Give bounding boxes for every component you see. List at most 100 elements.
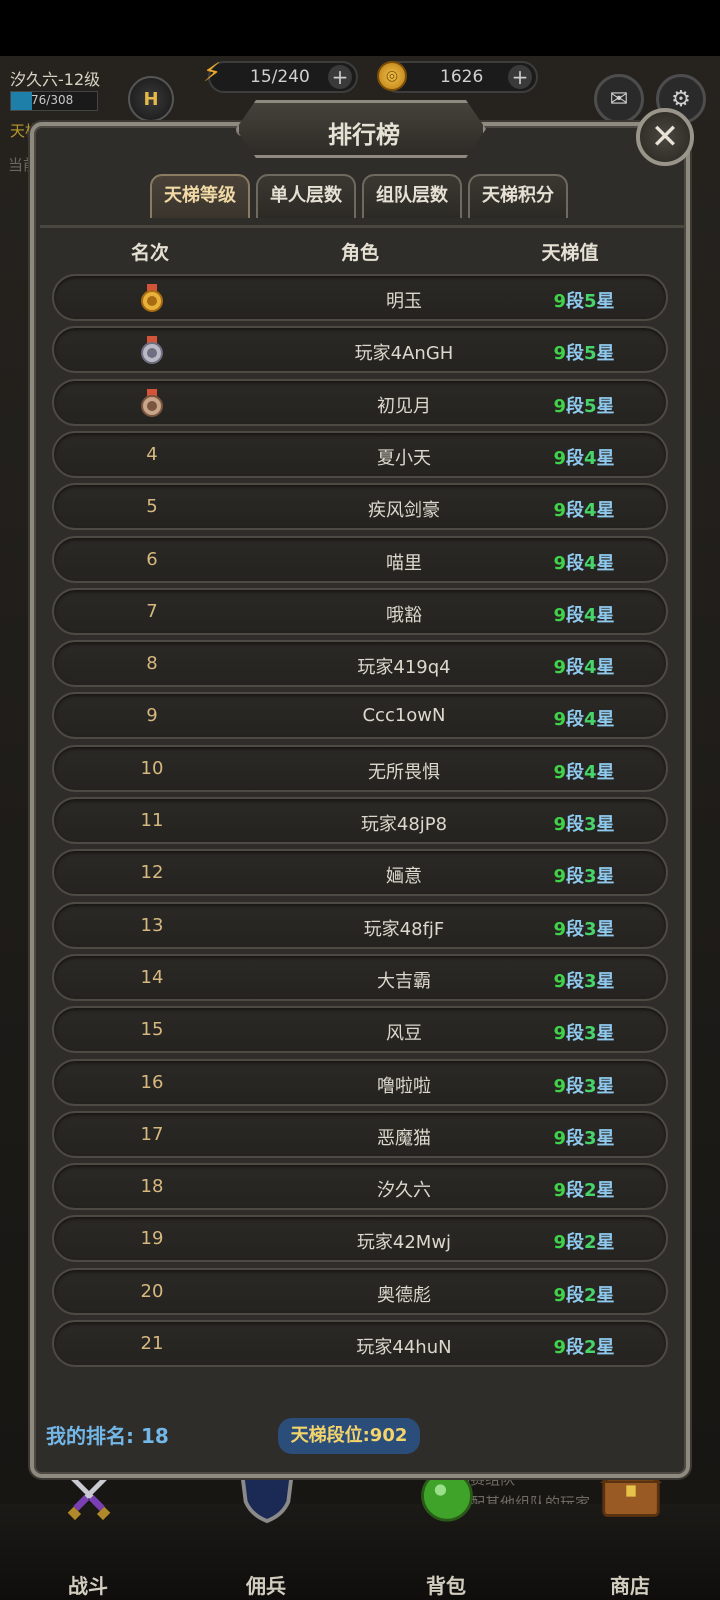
table-row[interactable]: 13 玩家48fjF 9段3星	[52, 901, 668, 949]
stamina-add-button[interactable]: +	[328, 65, 352, 89]
score-star-unit: 星	[596, 1127, 615, 1149]
ladder-position-badge: 天梯段位:902	[278, 1418, 420, 1454]
row-ladder-score: 9段3星	[484, 1019, 668, 1045]
table-row[interactable]: 16 噜啦啦 9段3星	[52, 1058, 668, 1106]
score-star-number: 4	[584, 604, 597, 626]
score-star-unit: 星	[596, 1337, 615, 1358]
score-star-number: 4	[584, 761, 597, 783]
score-star-unit: 星	[596, 918, 615, 940]
title-plate: 排行榜	[236, 100, 486, 158]
score-dan-unit: 段	[566, 866, 584, 888]
column-header-role: 角色	[340, 242, 379, 264]
score-dan-unit: 段	[566, 343, 584, 365]
table-row[interactable]: 17 恶魔猫 9段3星	[52, 1110, 668, 1158]
score-star-number: 2	[584, 1337, 597, 1358]
leaderboard-list[interactable]: 明玉 9段5星 玩家4AnGH 9段5星 初见月 9段5星 4 夏小天 9段4星 5 疾风剑豪 9段4…	[52, 274, 668, 1402]
score-dan-number: 9	[553, 1127, 566, 1149]
table-row[interactable]: 19 玩家42Mwj 9段2星	[52, 1215, 668, 1263]
row-ladder-score: 9段5星	[484, 339, 668, 365]
stamina-value: 15/240	[250, 67, 310, 87]
score-dan-unit: 段	[566, 657, 584, 679]
table-row[interactable]: 9 Ccc1owN 9段4星	[52, 692, 668, 740]
score-dan-number: 9	[553, 761, 566, 783]
score-star-number: 5	[584, 291, 597, 312]
score-star-number: 2	[584, 1180, 597, 1202]
xp-fill	[11, 92, 33, 110]
row-ladder-score: 9段4星	[484, 496, 668, 522]
row-rank: 21	[140, 1333, 164, 1354]
table-row[interactable]: 5 疾风剑豪 9段4星	[52, 483, 668, 531]
player-name: 汐久六-12级	[10, 70, 101, 89]
status-bar	[0, 0, 720, 56]
score-star-unit: 星	[596, 1075, 615, 1097]
score-star-unit: 星	[596, 604, 615, 626]
score-dan-unit: 段	[566, 1180, 584, 1202]
table-row[interactable]: 4 夏小天 9段4星	[52, 430, 668, 478]
row-rank: 15	[140, 1019, 164, 1041]
table-row[interactable]: 15 风豆 9段3星	[52, 1006, 668, 1054]
nav-battle-label: 战斗	[68, 1574, 108, 1598]
score-dan-unit: 段	[566, 500, 584, 522]
score-dan-unit: 段	[566, 1023, 584, 1045]
row-ladder-score: 9段2星	[484, 1176, 668, 1202]
score-dan-unit: 段	[566, 918, 584, 940]
score-star-number: 5	[584, 395, 597, 417]
table-row[interactable]: 明玉 9段5星	[52, 274, 668, 321]
score-star-number: 3	[584, 1023, 597, 1045]
score-dan-number: 9	[553, 814, 566, 835]
column-header-rank: 名次	[130, 242, 169, 264]
table-row[interactable]: 18 汐久六 9段2星	[52, 1163, 668, 1211]
gold-add-button[interactable]: +	[508, 65, 532, 89]
score-dan-number: 9	[553, 1180, 566, 1202]
lightning-icon: ⚡	[203, 58, 222, 88]
table-row[interactable]: 初见月 9段5星	[52, 378, 668, 426]
score-dan-number: 9	[553, 1232, 566, 1254]
score-star-unit: 星	[596, 343, 615, 365]
table-row[interactable]: 6 喵里 9段4星	[52, 535, 668, 583]
score-star-unit: 星	[596, 814, 615, 835]
score-star-number: 3	[584, 1075, 597, 1097]
stamina-pill: 15/240 +	[208, 61, 358, 93]
score-dan-number: 9	[553, 1337, 566, 1358]
tabs-row: 天梯等级 单人层数 组队层数 天梯积分	[40, 172, 684, 228]
table-row[interactable]: 玩家4AnGH 9段5星	[52, 326, 668, 374]
row-ladder-score: 9段5星	[484, 392, 668, 418]
score-dan-number: 9	[553, 1023, 566, 1045]
score-star-number: 3	[584, 1127, 597, 1149]
table-row[interactable]: 11 玩家48jP8 9段3星	[52, 797, 668, 844]
table-row[interactable]: 20 奥德彪 9段2星	[52, 1267, 668, 1315]
score-dan-unit: 段	[566, 1284, 584, 1306]
row-ladder-score: 9段2星	[484, 1228, 668, 1254]
row-rank: 11	[140, 810, 164, 831]
mail-button[interactable]: ✉	[594, 74, 644, 124]
score-dan-unit: 段	[566, 395, 584, 417]
tab-solo-floors[interactable]: 单人层数	[256, 174, 356, 218]
score-star-number: 3	[584, 918, 597, 940]
xp-text: 76/308	[31, 93, 74, 107]
close-icon: ✕	[650, 117, 680, 157]
table-row[interactable]: 8 玩家419q4 9段4星	[52, 640, 668, 688]
rank-badge-icon[interactable]: H	[128, 76, 174, 122]
score-dan-number: 9	[553, 552, 566, 574]
row-ladder-score: 9段5星	[484, 287, 668, 313]
table-row[interactable]: 10 无所畏惧 9段4星	[52, 744, 668, 792]
row-ladder-score: 9段3星	[484, 862, 668, 888]
row-rank: 16	[140, 1071, 164, 1093]
table-row[interactable]: 14 大吉霸 9段3星	[52, 953, 668, 1001]
score-dan-number: 9	[553, 500, 566, 522]
tab-ladder-level[interactable]: 天梯等级	[150, 174, 250, 218]
row-ladder-score: 9段3星	[484, 1124, 668, 1150]
score-dan-number: 9	[553, 395, 566, 417]
close-button[interactable]: ✕	[636, 108, 694, 166]
row-rank: 13	[140, 914, 164, 936]
tab-ladder-points[interactable]: 天梯积分	[468, 174, 568, 218]
table-row[interactable]: 7 哦豁 9段4星	[52, 587, 668, 635]
score-dan-number: 9	[553, 1075, 566, 1097]
tab-team-floors[interactable]: 组队层数	[362, 174, 462, 218]
score-star-unit: 星	[596, 709, 615, 731]
score-star-unit: 星	[596, 1232, 615, 1254]
table-row[interactable]: 21 玩家44huN 9段2星	[52, 1320, 668, 1367]
table-row[interactable]: 12 婳意 9段3星	[52, 849, 668, 897]
score-star-unit: 星	[596, 447, 615, 469]
column-header-score: 天梯值	[541, 242, 599, 264]
